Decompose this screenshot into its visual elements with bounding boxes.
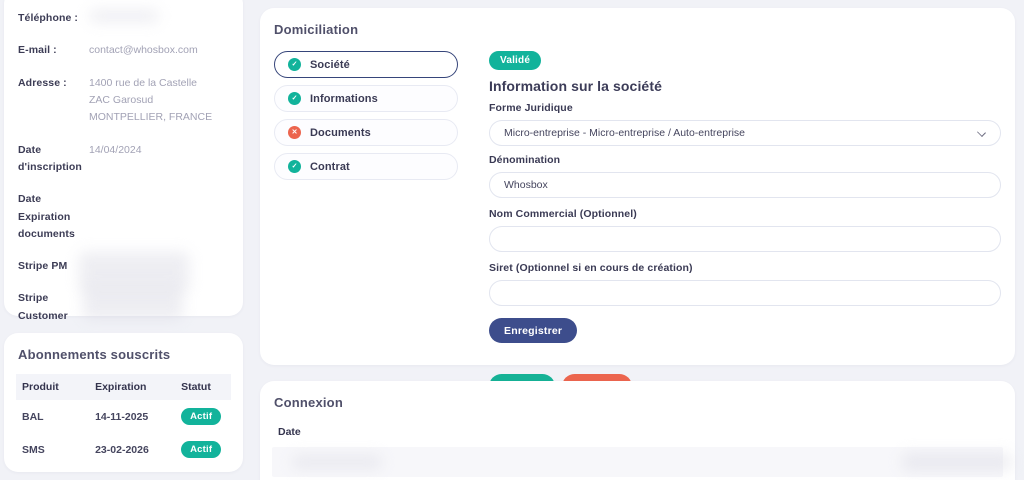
- email-row: E-mail : contact@whosbox.com: [18, 42, 229, 59]
- domiciliation-card: Domiciliation ✓ Société ✓ Informations ✕…: [260, 8, 1015, 365]
- siret-input[interactable]: [489, 280, 1001, 306]
- redacted-value: [89, 10, 159, 22]
- step-contrat[interactable]: ✓ Contrat: [274, 153, 458, 180]
- denomination-input[interactable]: [489, 172, 1001, 198]
- inscription-date-value: 14/04/2024: [89, 142, 142, 177]
- validated-status-badge: Validé: [489, 51, 541, 70]
- inscription-date-label: Date d'inscription: [18, 142, 89, 177]
- nom-commercial-input[interactable]: [489, 226, 1001, 252]
- forme-juridique-label: Forme Juridique: [489, 102, 1001, 114]
- denomination-label: Dénomination: [489, 154, 1001, 166]
- address-row: Adresse : 1400 rue de la Castelle ZAC Ga…: [18, 75, 229, 127]
- forme-juridique-select[interactable]: Micro-entreprise - Micro-entreprise / Au…: [489, 120, 1001, 146]
- step-informations[interactable]: ✓ Informations: [274, 85, 458, 112]
- product-column-header: Produit: [16, 374, 89, 400]
- address-label: Adresse :: [18, 75, 89, 127]
- check-icon: ✓: [288, 92, 301, 105]
- product-link[interactable]: BAL: [16, 400, 89, 433]
- check-icon: ✓: [288, 160, 301, 173]
- stripe-customer-row: Stripe Customer: [18, 290, 229, 325]
- societe-form: Validé Information sur la société Forme …: [489, 51, 1001, 399]
- stripe-customer-label: Stripe Customer: [18, 290, 89, 325]
- connexion-title: Connexion: [274, 395, 1001, 410]
- phone-label: Téléphone :: [18, 10, 89, 27]
- subscriptions-table: Produit Expiration Statut BAL 14-11-2025…: [16, 374, 231, 466]
- siret-label: Siret (Optionnel si en cours de création…: [489, 262, 1001, 274]
- domiciliation-title: Domiciliation: [274, 22, 1001, 37]
- status-column-header: Statut: [175, 374, 231, 400]
- steps-nav: ✓ Société ✓ Informations ✕ Documents ✓ C…: [274, 51, 458, 399]
- stripe-pm-label: Stripe PM: [18, 258, 89, 275]
- expiration-cell: 23-02-2026: [89, 433, 175, 466]
- inscription-date-row: Date d'inscription 14/04/2024: [18, 142, 229, 177]
- expiration-column-header: Expiration: [89, 374, 175, 400]
- x-icon: ✕: [288, 126, 301, 139]
- save-button[interactable]: Enregistrer: [489, 318, 577, 343]
- email-value: contact@whosbox.com: [89, 42, 198, 59]
- status-badge: Actif: [181, 441, 221, 458]
- nom-commercial-label: Nom Commercial (Optionnel): [489, 208, 1001, 220]
- check-icon: ✓: [288, 58, 301, 71]
- expiration-cell: 14-11-2025: [89, 400, 175, 433]
- redacted-value: [83, 286, 183, 320]
- phone-row: Téléphone :: [18, 10, 229, 27]
- table-row: BAL 14-11-2025 Actif: [16, 400, 231, 433]
- subscriptions-title: Abonnements souscrits: [18, 347, 229, 362]
- table-header-row: Produit Expiration Statut: [16, 374, 231, 400]
- product-link[interactable]: SMS: [16, 433, 89, 466]
- documents-expiration-label: Date Expiration documents: [18, 191, 89, 243]
- redacted-value: [79, 252, 189, 292]
- connexion-row: [272, 447, 1003, 477]
- step-documents[interactable]: ✕ Documents: [274, 119, 458, 146]
- status-badge: Actif: [181, 408, 221, 425]
- stripe-pm-row: Stripe PM: [18, 258, 229, 275]
- date-column-header: Date: [274, 426, 1001, 438]
- address-value: 1400 rue de la Castelle ZAC Garosud MONT…: [89, 75, 212, 127]
- redacted-value: [902, 453, 1012, 471]
- contact-info-card: Téléphone : E-mail : contact@whosbox.com…: [4, 0, 243, 316]
- step-societe[interactable]: ✓ Société: [274, 51, 458, 78]
- documents-expiration-row: Date Expiration documents: [18, 191, 229, 243]
- table-row: SMS 23-02-2026 Actif: [16, 433, 231, 466]
- connexion-card: Connexion Date: [260, 381, 1015, 480]
- redacted-value: [292, 455, 382, 469]
- section-title: Information sur la société: [489, 78, 1001, 94]
- subscriptions-card: Abonnements souscrits Produit Expiration…: [4, 333, 243, 472]
- email-label: E-mail :: [18, 42, 89, 59]
